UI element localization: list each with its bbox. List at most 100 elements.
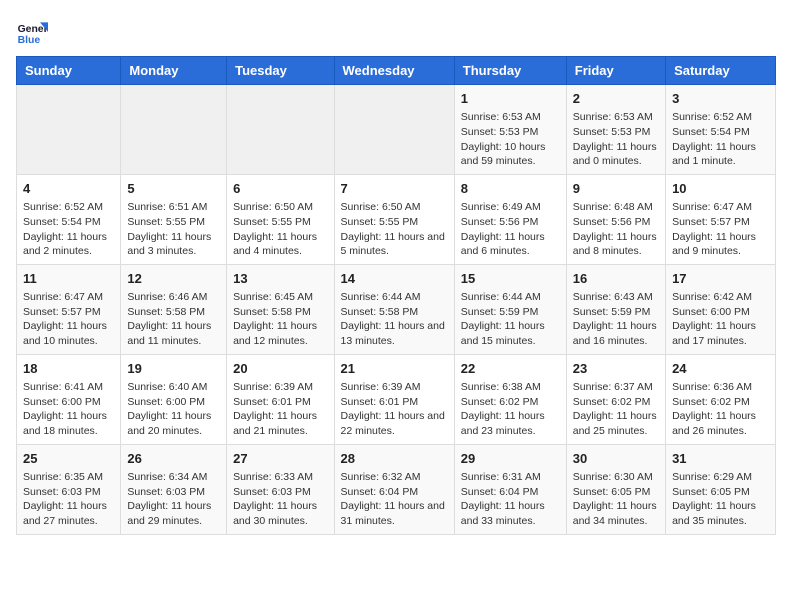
day-number: 24 — [672, 360, 769, 378]
calendar-body: 1 Sunrise: 6:53 AM Sunset: 5:53 PM Daylig… — [17, 85, 776, 535]
day-number: 7 — [341, 180, 448, 198]
day-number: 16 — [573, 270, 659, 288]
day-number: 8 — [461, 180, 560, 198]
day-cell: 27 Sunrise: 6:33 AM Sunset: 6:03 PM Dayli… — [227, 444, 334, 534]
day-number: 12 — [127, 270, 220, 288]
col-header-sunday: Sunday — [17, 57, 121, 85]
day-cell: 9Sunrise: 6:48 AM Sunset: 5:56 PM Daylig… — [566, 174, 665, 264]
day-info: Sunrise: 6:39 AM Sunset: 6:01 PM Dayligh… — [341, 380, 448, 439]
day-number: 17 — [672, 270, 769, 288]
day-cell: 2Sunrise: 6:53 AM Sunset: 5:53 PM Daylig… — [566, 85, 665, 175]
day-number: 15 — [461, 270, 560, 288]
week-row-4: 18 Sunrise: 6:41 AM Sunset: 6:00 PM Dayli… — [17, 354, 776, 444]
day-number: 30 — [573, 450, 659, 468]
day-number: 21 — [341, 360, 448, 378]
day-cell — [334, 85, 454, 175]
day-cell: 17 Sunrise: 6:42 AM Sunset: 6:00 PM Dayli… — [666, 264, 776, 354]
day-cell: 5 Sunrise: 6:51 AM Sunset: 5:55 PM Daylig… — [121, 174, 227, 264]
day-cell: 11 Sunrise: 6:47 AM Sunset: 5:57 PM Dayli… — [17, 264, 121, 354]
day-info: Sunrise: 6:44 AM Sunset: 5:59 PM Dayligh… — [461, 290, 560, 349]
day-info: Sunrise: 6:52 AM Sunset: 5:54 PM Dayligh… — [23, 200, 114, 259]
day-cell: 20 Sunrise: 6:39 AM Sunset: 6:01 PM Dayli… — [227, 354, 334, 444]
day-info: Sunrise: 6:34 AM Sunset: 6:03 PM Dayligh… — [127, 470, 220, 529]
day-number: 23 — [573, 360, 659, 378]
col-header-friday: Friday — [566, 57, 665, 85]
logo-icon: General Blue — [16, 16, 48, 48]
day-cell: 19Sunrise: 6:40 AM Sunset: 6:00 PM Dayli… — [121, 354, 227, 444]
day-number: 3 — [672, 90, 769, 108]
day-number: 4 — [23, 180, 114, 198]
logo: General Blue — [16, 16, 52, 48]
day-cell: 21 Sunrise: 6:39 AM Sunset: 6:01 PM Dayli… — [334, 354, 454, 444]
day-cell: 3 Sunrise: 6:52 AM Sunset: 5:54 PM Daylig… — [666, 85, 776, 175]
day-cell: 31 Sunrise: 6:29 AM Sunset: 6:05 PM Dayli… — [666, 444, 776, 534]
day-info: Sunrise: 6:46 AM Sunset: 5:58 PM Dayligh… — [127, 290, 220, 349]
day-cell — [17, 85, 121, 175]
day-cell — [227, 85, 334, 175]
day-number: 14 — [341, 270, 448, 288]
day-number: 5 — [127, 180, 220, 198]
day-info: Sunrise: 6:44 AM Sunset: 5:58 PM Dayligh… — [341, 290, 448, 349]
day-number: 18 — [23, 360, 114, 378]
day-cell: 26Sunrise: 6:34 AM Sunset: 6:03 PM Dayli… — [121, 444, 227, 534]
day-info: Sunrise: 6:29 AM Sunset: 6:05 PM Dayligh… — [672, 470, 769, 529]
day-info: Sunrise: 6:39 AM Sunset: 6:01 PM Dayligh… — [233, 380, 327, 439]
day-number: 25 — [23, 450, 114, 468]
day-info: Sunrise: 6:53 AM Sunset: 5:53 PM Dayligh… — [461, 110, 560, 169]
day-cell: 16 Sunrise: 6:43 AM Sunset: 5:59 PM Dayli… — [566, 264, 665, 354]
day-number: 11 — [23, 270, 114, 288]
page-header: General Blue — [16, 16, 776, 48]
day-info: Sunrise: 6:47 AM Sunset: 5:57 PM Dayligh… — [23, 290, 114, 349]
svg-text:Blue: Blue — [18, 35, 41, 46]
day-info: Sunrise: 6:35 AM Sunset: 6:03 PM Dayligh… — [23, 470, 114, 529]
day-cell: 6 Sunrise: 6:50 AM Sunset: 5:55 PM Daylig… — [227, 174, 334, 264]
day-info: Sunrise: 6:50 AM Sunset: 5:55 PM Dayligh… — [233, 200, 327, 259]
day-number: 22 — [461, 360, 560, 378]
day-cell: 14 Sunrise: 6:44 AM Sunset: 5:58 PM Dayli… — [334, 264, 454, 354]
day-info: Sunrise: 6:43 AM Sunset: 5:59 PM Dayligh… — [573, 290, 659, 349]
day-cell: 28Sunrise: 6:32 AM Sunset: 6:04 PM Dayli… — [334, 444, 454, 534]
col-header-saturday: Saturday — [666, 57, 776, 85]
day-cell: 7 Sunrise: 6:50 AM Sunset: 5:55 PM Daylig… — [334, 174, 454, 264]
day-info: Sunrise: 6:47 AM Sunset: 5:57 PM Dayligh… — [672, 200, 769, 259]
col-header-monday: Monday — [121, 57, 227, 85]
header-row: SundayMondayTuesdayWednesdayThursdayFrid… — [17, 57, 776, 85]
day-info: Sunrise: 6:52 AM Sunset: 5:54 PM Dayligh… — [672, 110, 769, 169]
day-info: Sunrise: 6:50 AM Sunset: 5:55 PM Dayligh… — [341, 200, 448, 259]
col-header-wednesday: Wednesday — [334, 57, 454, 85]
col-header-tuesday: Tuesday — [227, 57, 334, 85]
day-info: Sunrise: 6:38 AM Sunset: 6:02 PM Dayligh… — [461, 380, 560, 439]
day-info: Sunrise: 6:51 AM Sunset: 5:55 PM Dayligh… — [127, 200, 220, 259]
day-number: 13 — [233, 270, 327, 288]
day-number: 19 — [127, 360, 220, 378]
day-info: Sunrise: 6:45 AM Sunset: 5:58 PM Dayligh… — [233, 290, 327, 349]
day-cell: 12 Sunrise: 6:46 AM Sunset: 5:58 PM Dayli… — [121, 264, 227, 354]
day-info: Sunrise: 6:37 AM Sunset: 6:02 PM Dayligh… — [573, 380, 659, 439]
calendar-table: SundayMondayTuesdayWednesdayThursdayFrid… — [16, 56, 776, 535]
week-row-2: 4 Sunrise: 6:52 AM Sunset: 5:54 PM Daylig… — [17, 174, 776, 264]
day-cell: 13 Sunrise: 6:45 AM Sunset: 5:58 PM Dayli… — [227, 264, 334, 354]
day-info: Sunrise: 6:42 AM Sunset: 6:00 PM Dayligh… — [672, 290, 769, 349]
day-info: Sunrise: 6:32 AM Sunset: 6:04 PM Dayligh… — [341, 470, 448, 529]
week-row-1: 1 Sunrise: 6:53 AM Sunset: 5:53 PM Daylig… — [17, 85, 776, 175]
day-number: 31 — [672, 450, 769, 468]
day-number: 1 — [461, 90, 560, 108]
day-number: 2 — [573, 90, 659, 108]
day-number: 9 — [573, 180, 659, 198]
day-info: Sunrise: 6:41 AM Sunset: 6:00 PM Dayligh… — [23, 380, 114, 439]
week-row-5: 25 Sunrise: 6:35 AM Sunset: 6:03 PM Dayli… — [17, 444, 776, 534]
day-info: Sunrise: 6:36 AM Sunset: 6:02 PM Dayligh… — [672, 380, 769, 439]
day-number: 20 — [233, 360, 327, 378]
day-cell: 24 Sunrise: 6:36 AM Sunset: 6:02 PM Dayli… — [666, 354, 776, 444]
calendar-header: SundayMondayTuesdayWednesdayThursdayFrid… — [17, 57, 776, 85]
day-info: Sunrise: 6:33 AM Sunset: 6:03 PM Dayligh… — [233, 470, 327, 529]
day-cell: 18 Sunrise: 6:41 AM Sunset: 6:00 PM Dayli… — [17, 354, 121, 444]
col-header-thursday: Thursday — [454, 57, 566, 85]
day-cell: 23 Sunrise: 6:37 AM Sunset: 6:02 PM Dayli… — [566, 354, 665, 444]
day-cell: 25 Sunrise: 6:35 AM Sunset: 6:03 PM Dayli… — [17, 444, 121, 534]
day-cell: 1 Sunrise: 6:53 AM Sunset: 5:53 PM Daylig… — [454, 85, 566, 175]
day-info: Sunrise: 6:49 AM Sunset: 5:56 PM Dayligh… — [461, 200, 560, 259]
day-number: 6 — [233, 180, 327, 198]
day-cell: 30Sunrise: 6:30 AM Sunset: 6:05 PM Dayli… — [566, 444, 665, 534]
day-number: 27 — [233, 450, 327, 468]
